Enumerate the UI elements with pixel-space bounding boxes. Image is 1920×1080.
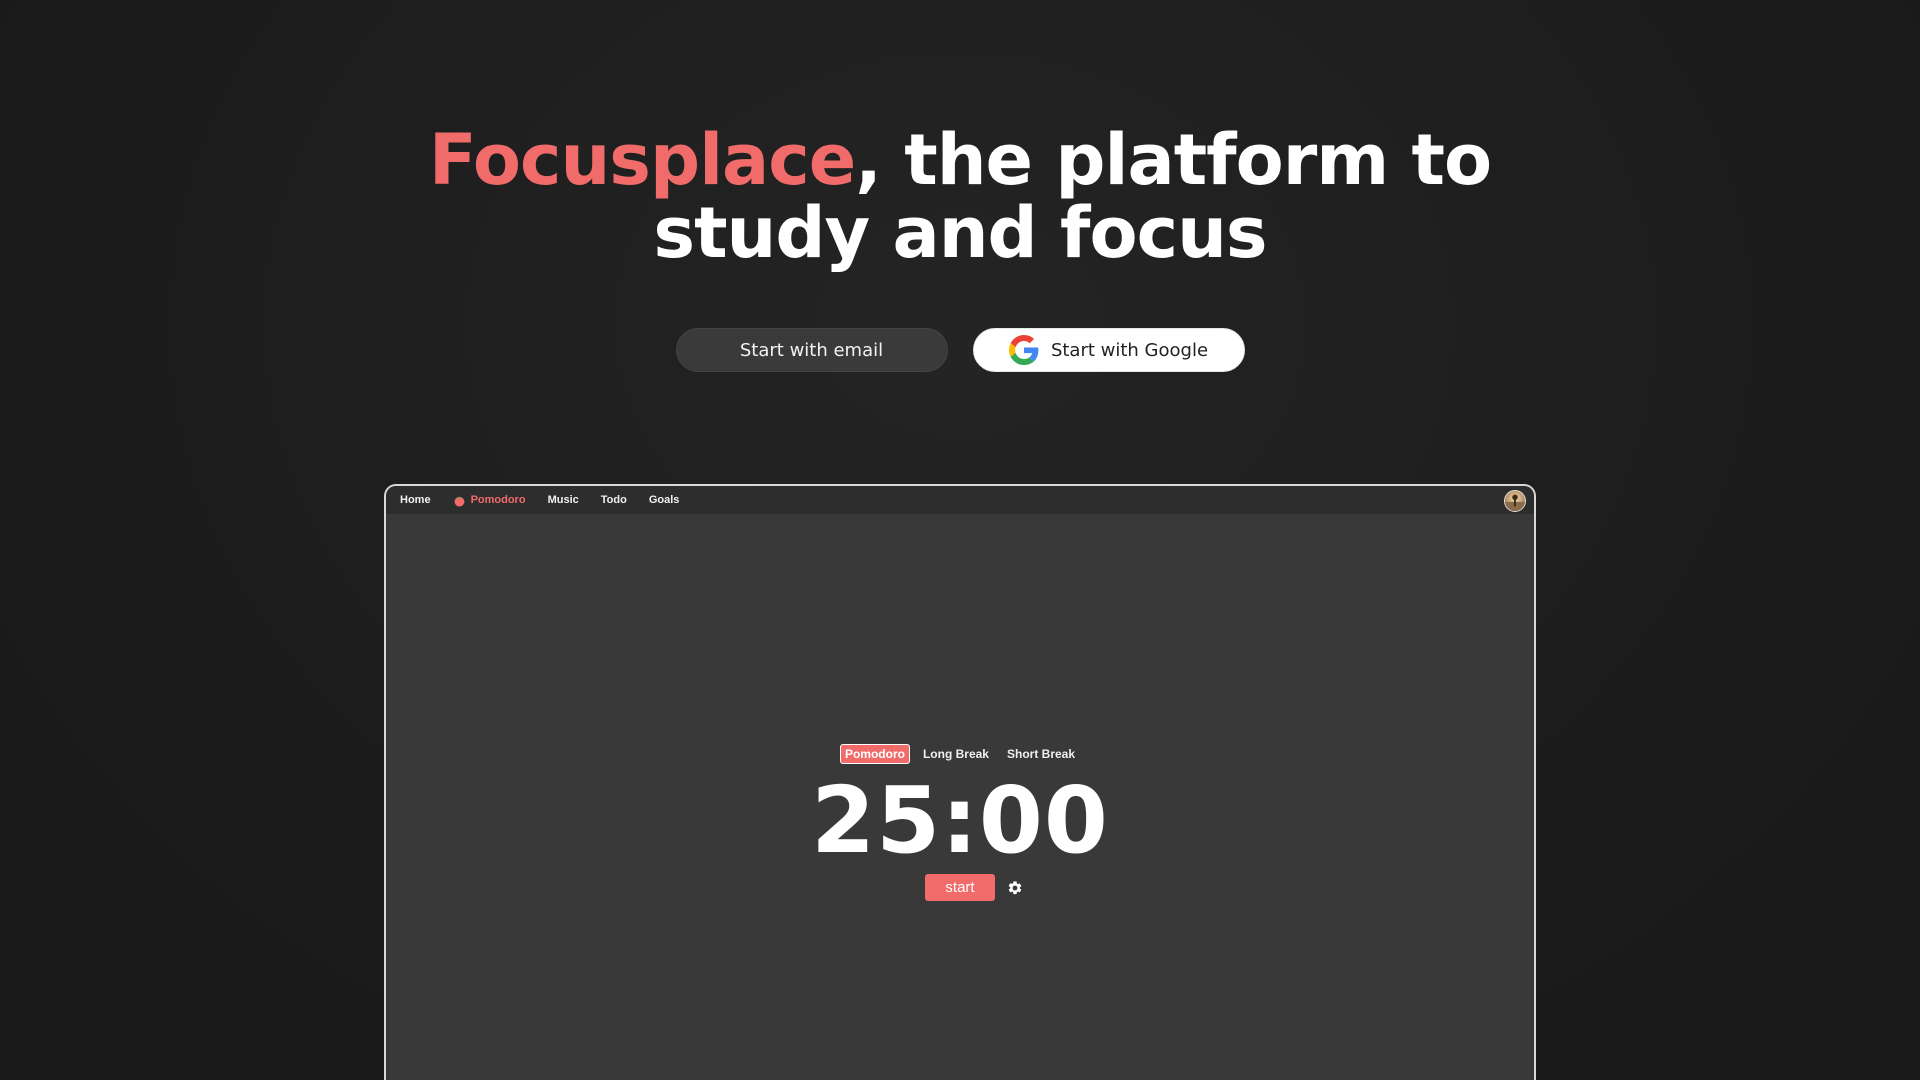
start-with-google-button[interactable]: Start with Google [972, 328, 1245, 372]
nav-item-goals[interactable]: Goals [649, 494, 680, 506]
start-button[interactable]: start [925, 874, 995, 901]
hero-title-line2: study and focus [653, 192, 1267, 274]
hero-title-rest: , the platform to [855, 119, 1492, 201]
user-avatar[interactable] [1504, 490, 1526, 512]
nav-item-music[interactable]: Music [548, 494, 579, 506]
nav-item-todo[interactable]: Todo [601, 494, 627, 506]
nav-item-label: Goals [648, 494, 680, 506]
timer-mode-tabs: Pomodoro Long Break Short Break [386, 744, 1534, 764]
nav-item-label: Pomodoro [470, 494, 526, 506]
timer-controls: start [386, 874, 1534, 901]
google-icon [1008, 335, 1039, 365]
tab-long-break[interactable]: Long Break [918, 744, 994, 764]
brand-name: Focusplace [428, 119, 856, 201]
start-with-email-button[interactable]: Start with email [675, 328, 948, 372]
nav-item-home[interactable]: Home [400, 494, 431, 506]
nav-item-label: Home [400, 494, 431, 506]
start-with-google-label: Start with Google [1050, 339, 1209, 361]
gear-icon[interactable] [1007, 880, 1023, 896]
cta-row: Start with email Start with Google [0, 328, 1920, 372]
tab-short-break[interactable]: Short Break [1002, 744, 1080, 764]
timer-display: 25:00 [811, 767, 1109, 874]
pomodoro-timer-panel: Pomodoro Long Break Short Break 25:00 st… [386, 514, 1534, 1080]
tomato-icon [453, 494, 466, 507]
app-nav-bar: Home Pomodoro Music Todo Goals [386, 486, 1534, 514]
start-with-email-label: Start with email [739, 339, 884, 361]
nav-item-label: Todo [600, 494, 627, 506]
tab-pomodoro[interactable]: Pomodoro [839, 744, 910, 764]
nav-item-label: Music [547, 494, 579, 506]
app-preview-frame: Home Pomodoro Music Todo Goals Pomodoro … [384, 484, 1536, 1080]
nav-item-pomodoro[interactable]: Pomodoro [453, 494, 526, 507]
landing-page: Focusplace, the platform to study and fo… [0, 0, 1920, 1080]
hero-title: Focusplace, the platform to study and fo… [0, 124, 1920, 270]
